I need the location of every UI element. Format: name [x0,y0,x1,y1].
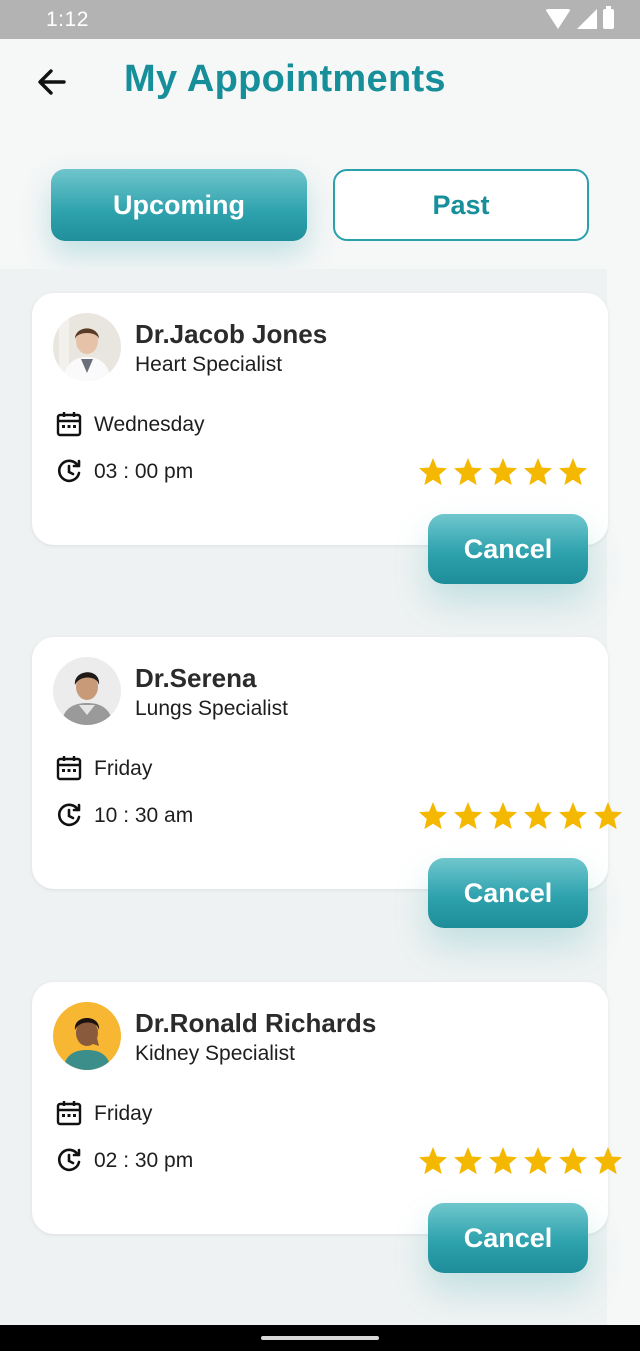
star-icon [524,458,552,486]
tab-past[interactable]: Past [333,169,589,241]
star-icon [419,1147,447,1175]
calendar-icon [56,756,82,781]
appointment-card: Dr.Jacob Jones Heart Specialist Wednesda… [32,293,608,584]
signal-icon [577,9,597,29]
tab-upcoming[interactable]: Upcoming [51,169,307,241]
star-icon [454,802,482,830]
appointment-day: Wednesday [94,413,205,436]
doctor-specialty: Kidney Specialist [135,1042,295,1065]
star-icon [594,802,622,830]
appointment-day: Friday [94,1102,153,1125]
clock-icon [58,1148,81,1172]
clock-icon [58,803,81,827]
doctor-specialty: Lungs Specialist [135,697,288,720]
doctor-specialty: Heart Specialist [135,353,283,376]
doctor-name: Dr.Ronald Richards [135,1008,377,1038]
status-bar: 1:12 [0,0,640,39]
star-icon [454,458,482,486]
appointment-time: 02 : 30 pm [94,1149,194,1172]
star-icon [489,1147,517,1175]
star-icon [419,802,447,830]
appointment-time: 03 : 00 pm [94,460,194,483]
doctor-avatar [53,313,121,381]
star-icon [454,1147,482,1175]
star-icon [559,1147,587,1175]
rating-stars [417,456,589,488]
cancel-button[interactable]: Cancel [428,1203,588,1273]
arrow-left-icon [38,69,66,95]
appointment-time: 10 : 30 am [94,804,194,827]
doctor-avatar [53,657,121,725]
status-icons [545,6,614,29]
star-icon [489,802,517,830]
rating-stars [417,800,624,832]
cancel-button[interactable]: Cancel [428,858,588,928]
appointment-day: Friday [94,757,153,780]
doctor-name: Dr.Serena [135,663,257,693]
appointment-card: Dr.Ronald Richards Kidney Specialist Fri… [32,982,622,1273]
star-icon [559,802,587,830]
battery-icon [603,6,614,29]
clock-icon [58,459,81,483]
doctor-name: Dr.Jacob Jones [135,319,328,349]
star-icon [489,458,517,486]
calendar-icon [56,412,82,437]
cancel-button[interactable]: Cancel [428,514,588,584]
star-icon [419,458,447,486]
appointment-card: Dr.Serena Lungs Specialist Friday 10 : 3… [32,637,622,928]
star-icon [524,802,552,830]
star-icon [594,1147,622,1175]
doctor-avatar [53,1002,121,1070]
page-title: My Appointments [124,58,446,100]
system-nav-bar [0,1325,640,1351]
home-indicator[interactable] [261,1336,379,1340]
star-icon [559,458,587,486]
star-icon [524,1147,552,1175]
rating-stars [417,1145,624,1177]
wifi-icon [545,9,571,29]
calendar-icon [56,1101,82,1126]
status-time: 1:12 [46,8,89,31]
back-button[interactable] [34,64,74,100]
